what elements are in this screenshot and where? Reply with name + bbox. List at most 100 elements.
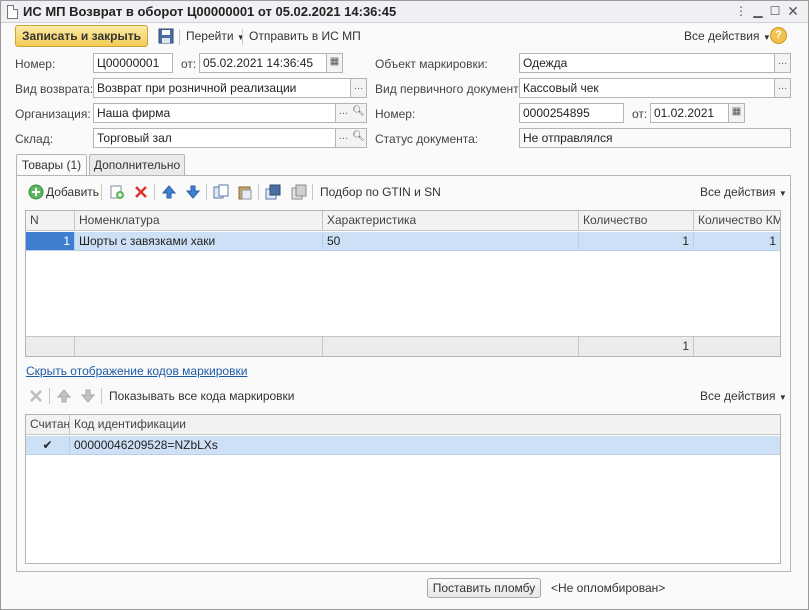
select-dots-icon[interactable]: … (775, 53, 791, 73)
tab-goods[interactable]: Товары (1) (16, 154, 87, 177)
help-icon[interactable]: ? (770, 27, 787, 44)
separator (312, 184, 313, 200)
document-window: ИС МП Возврат в оборот Ц00000001 от 05.0… (0, 0, 809, 610)
add-button[interactable]: Добавить (46, 185, 99, 199)
separator (101, 388, 102, 404)
seal-status: <Не опломбирован> (551, 581, 666, 595)
close-icon[interactable]: ✕ (786, 4, 800, 18)
all-actions-label: Все действия (684, 29, 760, 43)
save-icon[interactable] (156, 26, 176, 46)
warehouse-field[interactable]: Торговый зал (93, 128, 336, 148)
marking-object-label: Объект маркировки: (375, 57, 488, 71)
footer-total-quantity: 1 (579, 337, 694, 356)
all-actions-menu[interactable]: Все действия ▼ (684, 29, 771, 43)
column-header-quantity-km[interactable]: Количество КМ (694, 211, 780, 230)
select-dots-icon[interactable]: … (351, 78, 367, 98)
goods-table-header: N Номенклатура Характеристика Количество… (26, 211, 780, 231)
codes-all-actions-label: Все действия (700, 389, 776, 403)
minimize-icon[interactable]: ▁ (751, 4, 765, 18)
show-all-codes-toggle[interactable]: Показывать все кода маркировки (109, 389, 295, 403)
copy-add-icon[interactable] (109, 184, 125, 200)
footer-cell (323, 337, 579, 356)
column-header-n[interactable]: N (26, 211, 75, 230)
footer-cell (75, 337, 323, 356)
primary-doc-type-field[interactable]: Кассовый чек (519, 78, 775, 98)
save-and-close-button[interactable]: Записать и закрыть (15, 25, 148, 47)
date-field[interactable]: 05.02.2021 14:36:45 (199, 53, 327, 73)
row-code[interactable]: 00000046209528=NZbLXs (70, 436, 780, 454)
goods-table-footer: 1 (26, 336, 780, 356)
primary-number-label: Номер: (375, 107, 416, 121)
move-up-icon[interactable] (161, 184, 177, 200)
checkmark-icon[interactable]: ✔ (26, 436, 70, 454)
copy-icon[interactable] (213, 184, 229, 200)
select-dots-icon[interactable]: … (775, 78, 791, 98)
send-to-is-mp-button[interactable]: Отправить в ИС МП (249, 29, 361, 43)
codes-table[interactable]: Считан Код идентификации ✔ 0000004620952… (25, 414, 781, 564)
select-dots-icon[interactable]: … (336, 128, 352, 148)
separator (154, 184, 155, 200)
hide-codes-link[interactable]: Скрыть отображение кодов маркировки (26, 364, 247, 378)
footer-cell (694, 337, 780, 356)
row-characteristic[interactable]: 50 (323, 232, 579, 250)
tab-additional[interactable]: Дополнительно (89, 154, 185, 176)
add-icon[interactable] (28, 184, 44, 200)
chevron-down-icon: ▼ (778, 393, 787, 402)
select-dots-icon[interactable]: … (336, 103, 352, 123)
move-up-icon[interactable] (56, 388, 72, 404)
row-quantity[interactable]: 1 (579, 232, 694, 250)
row-nomenclature[interactable]: Шорты с завязками хаки (75, 232, 323, 250)
number-field[interactable]: Ц00000001 (93, 53, 173, 73)
separator (179, 29, 180, 45)
column-header-scanned[interactable]: Считан (26, 415, 70, 434)
paste-icon[interactable] (237, 184, 253, 200)
codes-table-header: Считан Код идентификации (26, 415, 780, 435)
move-down-icon[interactable] (185, 184, 201, 200)
seal-button[interactable]: Поставить пломбу (427, 578, 541, 598)
fill-icon[interactable] (265, 184, 281, 200)
separator (206, 184, 207, 200)
separator (49, 388, 50, 404)
column-header-quantity[interactable]: Количество (579, 211, 694, 230)
delete-icon[interactable] (133, 184, 149, 200)
goto-label: Перейти (186, 29, 234, 43)
move-down-icon[interactable] (80, 388, 96, 404)
table-row[interactable]: ✔ 00000046209528=NZbLXs (26, 436, 780, 455)
delete-icon[interactable] (28, 388, 44, 404)
table-row[interactable]: 1 Шорты с завязками хаки 50 1 1 (26, 232, 780, 251)
status-label: Статус документа: (375, 132, 479, 146)
pick-by-gtin-button[interactable]: Подбор по GTIN и SN (320, 185, 441, 199)
column-header-code[interactable]: Код идентификации (70, 415, 780, 434)
marking-object-field[interactable]: Одежда (519, 53, 775, 73)
goods-all-actions-label: Все действия (700, 185, 776, 199)
row-number[interactable]: 1 (26, 232, 75, 250)
open-search-icon[interactable]: 🔍︎ (351, 103, 367, 123)
goods-all-actions-menu[interactable]: Все действия ▼ (700, 185, 787, 199)
primary-date-field[interactable]: 01.02.2021 (650, 103, 729, 123)
return-type-field[interactable]: Возврат при розничной реализации (93, 78, 351, 98)
primary-doc-type-label: Вид первичного документа: (375, 82, 529, 96)
document-icon (7, 5, 18, 19)
calendar-icon[interactable]: ▦ (327, 53, 343, 73)
number-label: Номер: (15, 57, 56, 71)
window-title: ИС МП Возврат в оборот Ц00000001 от 05.0… (23, 4, 397, 19)
column-header-characteristic[interactable]: Характеристика (323, 211, 579, 230)
codes-all-actions-menu[interactable]: Все действия ▼ (700, 389, 787, 403)
open-search-icon[interactable]: 🔍︎ (351, 128, 367, 148)
goods-table[interactable]: N Номенклатура Характеристика Количество… (25, 210, 781, 357)
organization-field[interactable]: Наша фирма (93, 103, 336, 123)
separator (258, 184, 259, 200)
goto-menu[interactable]: Перейти ▼ (186, 29, 245, 43)
maximize-icon[interactable]: ☐ (768, 4, 782, 18)
separator (101, 184, 102, 200)
calendar-icon[interactable]: ▦ (729, 103, 745, 123)
warehouse-label: Склад: (15, 132, 54, 146)
document-stack-icon[interactable] (291, 184, 307, 200)
row-quantity-km[interactable]: 1 (694, 232, 780, 250)
menu-dots-icon[interactable]: ⋮ (734, 4, 748, 18)
separator (242, 29, 243, 45)
date-label: от: (181, 57, 197, 71)
primary-number-field[interactable]: 0000254895 (519, 103, 624, 123)
return-type-label: Вид возврата: (15, 82, 94, 96)
column-header-nomenclature[interactable]: Номенклатура (75, 211, 323, 230)
